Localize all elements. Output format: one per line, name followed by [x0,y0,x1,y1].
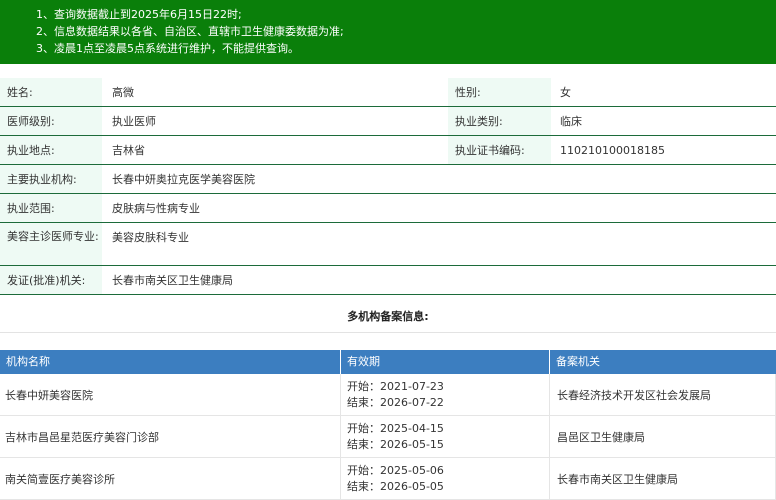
scope-value: 皮肤病与性病专业 [112,202,200,215]
info-row-level: 医师级别: 执业医师 执业类别: 临床 [0,107,776,136]
validity-start: 开始：2025-04-15 [347,421,444,435]
institution-name: 南关简壹医疗美容诊所 [0,458,341,499]
level-label: 医师级别: [0,107,102,135]
institution-label: 主要执业机构: [0,165,102,193]
validity: 开始：2021-07-23 结束：2026-07-22 [341,374,550,415]
level-value: 执业医师 [112,115,156,128]
notice-line: 3、凌晨1点至凌晨5点系统进行维护，不能提供查询。 [36,42,299,55]
notice-line: 1、查询数据截止到2025年6月15日22时; [36,8,242,21]
filing-authority: 长春经济技术开发区社会发展局 [550,374,776,415]
cert-value: 110210100018185 [560,143,665,157]
header-validity: 有效期 [341,350,550,374]
validity: 开始：2025-04-15 结束：2026-05-15 [341,416,550,457]
name-label: 姓名: [0,78,102,106]
category-value: 临床 [560,115,582,128]
validity-start: 开始：2025-05-06 [347,463,444,477]
info-row-issuer: 发证(批准)机关: 长春市南关区卫生健康局 [0,266,776,295]
cosmetic-value: 美容皮肤科专业 [112,231,189,244]
table-row: 长春中妍美容医院 开始：2021-07-23 结束：2026-07-22 长春经… [0,374,776,416]
gender-value: 女 [560,86,571,99]
validity: 开始：2025-05-06 结束：2026-05-05 [341,458,550,499]
location-value: 吉林省 [112,144,145,157]
filing-authority: 昌邑区卫生健康局 [550,416,776,457]
validity-end: 结束：2026-05-15 [347,437,444,451]
filing-authority: 长春市南关区卫生健康局 [550,458,776,499]
institution-value: 长春中妍奥拉克医学美容医院 [112,173,255,186]
name-value: 高微 [112,86,134,99]
institution-name: 长春中妍美容医院 [0,374,341,415]
info-row-scope: 执业范围: 皮肤病与性病专业 [0,194,776,223]
issuer-value: 长春市南关区卫生健康局 [112,274,233,287]
validity-end: 结束：2026-07-22 [347,395,444,409]
table-header: 机构名称 有效期 备案机关 [0,350,776,374]
institution-name: 吉林市昌邑星范医疗美容门诊部 [0,416,341,457]
multi-institution-title: 多机构备案信息: [0,301,776,333]
notice-banner: 1、查询数据截止到2025年6月15日22时; 2、信息数据结果以各省、自治区、… [0,0,776,64]
info-row-cosmetic: 美容主诊医师专业: 美容皮肤科专业 [0,223,776,266]
table-row: 南关简壹医疗美容诊所 开始：2025-05-06 结束：2026-05-05 长… [0,458,776,500]
scope-label: 执业范围: [0,194,102,222]
info-row-location: 执业地点: 吉林省 执业证书编码: 110210100018185 [0,136,776,165]
gender-label: 性别: [448,78,551,106]
category-label: 执业类别: [448,107,551,135]
header-authority: 备案机关 [556,355,600,368]
info-row-institution: 主要执业机构: 长春中妍奥拉克医学美容医院 [0,165,776,194]
info-row-name: 姓名: 高微 性别: 女 [0,78,776,107]
issuer-label: 发证(批准)机关: [0,266,102,294]
header-institution-name: 机构名称 [0,350,341,374]
doctor-info-table: 姓名: 高微 性别: 女 医师级别: 执业医师 执业类别: 临床 执业地点: 吉… [0,78,776,295]
validity-start: 开始：2021-07-23 [347,379,444,393]
location-label: 执业地点: [0,136,102,164]
validity-end: 结束：2026-05-05 [347,479,444,493]
multi-institution-table: 机构名称 有效期 备案机关 长春中妍美容医院 开始：2021-07-23 结束：… [0,350,776,500]
notice-line: 2、信息数据结果以各省、自治区、直辖市卫生健康委数据为准; [36,25,344,38]
table-row: 吉林市昌邑星范医疗美容门诊部 开始：2025-04-15 结束：2026-05-… [0,416,776,458]
cosmetic-label: 美容主诊医师专业: [0,223,102,265]
cert-label: 执业证书编码: [448,136,551,164]
